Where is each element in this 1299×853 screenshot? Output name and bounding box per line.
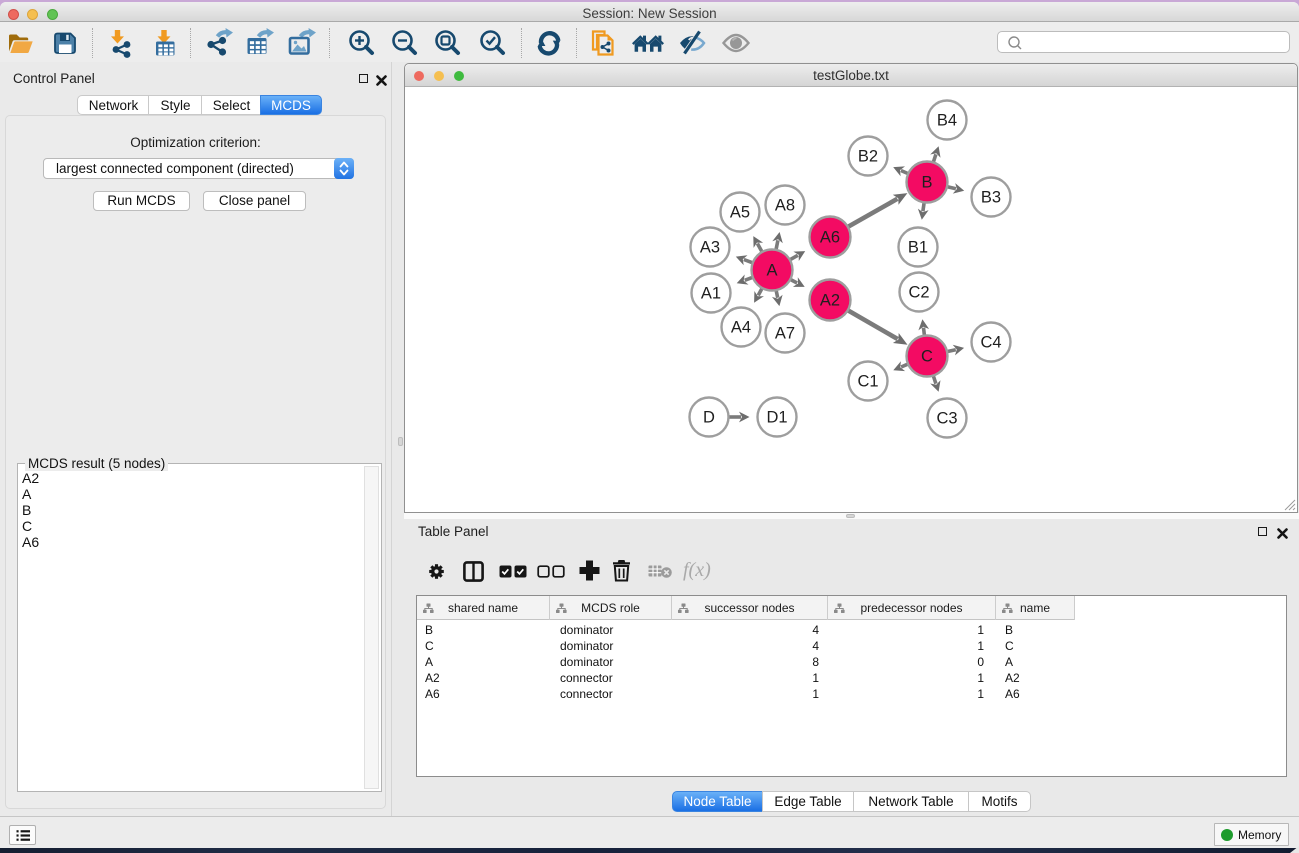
- svg-text:A8: A8: [775, 197, 795, 215]
- svg-text:A5: A5: [730, 204, 750, 222]
- svg-text:C: C: [921, 348, 933, 366]
- svg-text:C1: C1: [857, 373, 878, 391]
- svg-text:B4: B4: [937, 112, 957, 130]
- svg-text:A7: A7: [775, 325, 795, 343]
- svg-text:B1: B1: [908, 239, 928, 257]
- svg-text:A2: A2: [820, 292, 840, 310]
- svg-text:A3: A3: [700, 239, 720, 257]
- svg-text:D1: D1: [766, 409, 787, 427]
- svg-text:A: A: [766, 262, 777, 280]
- svg-text:B3: B3: [981, 189, 1001, 207]
- svg-text:B: B: [921, 174, 932, 192]
- svg-text:A1: A1: [701, 285, 721, 303]
- svg-text:C3: C3: [936, 410, 957, 428]
- svg-text:C4: C4: [980, 334, 1001, 352]
- svg-text:B2: B2: [858, 148, 878, 166]
- svg-text:C2: C2: [908, 284, 929, 302]
- svg-text:D: D: [703, 409, 715, 427]
- svg-text:A6: A6: [820, 229, 840, 247]
- svg-text:A4: A4: [731, 319, 751, 337]
